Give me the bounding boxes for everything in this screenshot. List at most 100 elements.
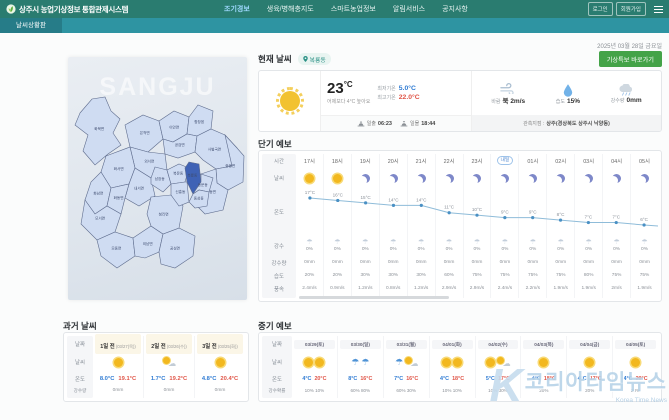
forecast-humidity: 20% [324,269,351,282]
past-rain-value: 0mm [163,388,175,393]
mid-pop-cell: 10% 10% [430,385,475,396]
forecast-time: 22시 [436,154,463,167]
forecast-weather [575,167,602,189]
time-label: 04시 [611,158,623,165]
weather-dashboard-page: 상주시 농업기상정보 통합관제시스템 조기경보 생육/병해충지도 스마트농업정보 알림… [0,0,669,420]
forecast-wind: 2m/s [603,282,630,295]
current-temperature: 23°C [327,80,353,97]
time-label: 19시 [359,158,371,165]
past-max-temp: 19.2°C [169,375,188,382]
past-max-temp: 19.1°C [118,375,137,382]
forecast-time: 23시 [464,154,491,167]
forecast-wind: 2.9m/s [436,282,463,295]
rain-umbrella-icon: ☂ [395,356,404,367]
mid-temp-cell: 4°C 17°C [567,373,612,385]
nav-item-2[interactable]: 생육/병해충지도 [267,4,314,14]
forecast-humidity-value: 60% [444,273,454,278]
login-button[interactable]: 로그인 [587,2,613,16]
hamburger-menu-icon[interactable] [654,5,663,13]
past-weather-title: 과거 날씨 [63,321,97,331]
forecast-rainfall-value: 0mm [332,260,343,265]
past-weather-columns: 1일 전 (03/27(목)) 8.0°C 19.1°C 0mm 2일 전 (03/26… [93,334,245,398]
past-date-pill: 2일 전 (03/26(수)) [146,334,192,354]
forecast-temp-slot [547,189,574,235]
forecast-time: 18시 [324,154,351,167]
mid-icon-pair [304,357,325,367]
forecast-temp-slot [408,189,435,235]
mid-date: 04/05(토) [613,336,658,351]
umbrella-icon: ☂ [334,239,341,246]
forecast-humidity-value: 30% [360,273,371,278]
forecast-wind: 0.8m/s [380,282,407,295]
forecast-column: 19시 ☂ 0% 0mm 30% 1.2m/s [352,154,380,298]
mid-date: 03/31(월) [384,336,429,351]
forecast-humidity: 30% [408,269,435,282]
past-min-temp: 1.7°C [150,375,166,382]
mid-date: 03/30(일) [338,336,383,351]
signup-button[interactable]: 회원가입 [615,2,646,16]
mid-date-pill: 04/02(수) [477,340,519,349]
map-district-모동면[interactable] [96,231,136,269]
mid-icon-pair [539,357,549,367]
past-min-temp: 4.8°C [201,375,217,382]
current-weather-icon-area [259,71,321,131]
past-day-label: 3일 전 [202,344,217,350]
time-label: 01시 [527,158,539,165]
mid-temp-pair: 4°C 18°C [440,376,464,382]
forecast-column: 02시 ☂ 0% 0mm 75% 1.9m/s [547,154,576,298]
location-badge[interactable]: 복룡동 [297,53,331,65]
forecast-pop: ☂ 0% [547,235,574,256]
pop-value: 0% [333,247,341,252]
forecast-column: 04시 ☂ 0% 0mm 75% 2m/s [603,154,632,298]
map-district-은척면[interactable] [124,114,164,153]
nav-item-4[interactable]: 알림서비스 [393,4,425,14]
cloud-part: ☁ [410,359,419,368]
forecast-temp-slot [324,189,351,235]
rain-umbrella-icon: ☂ [351,356,360,367]
past-date: 3일 전 (03/25(화)) [195,334,245,354]
weather-alert-button[interactable]: 기상특보 바로가기 [598,51,662,67]
forecast-wind: 0.9m/s [324,282,351,295]
past-weather-card: 날짜 날씨 온도 강수량 1일 전 (03/27(목)) 8.0°C 19.1°C 0… [63,332,249,402]
pop-value: 0% [585,247,593,252]
map-district-공성면[interactable] [158,227,196,269]
forecast-pop: ☂ 0% [603,235,630,256]
mid-date: 04/02(수) [476,336,521,351]
mid-temp-pair: 5°C 17°C [486,376,510,382]
mid-forecast-columns: 03/29(토) 4°C 20°C 10% 10% 03/30(일) ☂ ☂ 8°C 16°C 6… [292,336,658,398]
forecast-column: 17시 ☂ 0% 0mm 20% 2.4m/s [296,154,324,298]
past-weather-icon-cell: ☁ [144,352,194,372]
tab-weather-board[interactable]: 날씨상황판 [0,18,62,33]
forecast-pop: ☂ 0% [436,235,463,256]
forecast-humidity: 75% [519,269,546,282]
forecast-temp-slot [352,189,379,235]
auth-area: 로그인 회원가입 [587,2,663,16]
min-temp-label: 최저기온 [377,86,396,92]
nav-item-1[interactable]: 조기경보 [224,4,250,14]
past-date-label: (03/25(화)) [216,344,238,349]
sun-icon [442,357,452,367]
mid-pop-value: 10% 10% [304,388,325,393]
app-logo[interactable]: 상주시 농업기상정보 통합관제시스템 [6,4,224,15]
forecast-weather [491,167,518,189]
umbrella-icon: ☂ [557,239,564,246]
forecast-humidity: 75% [603,269,630,282]
sunset-icon [400,120,408,126]
map-district-동성동[interactable] [188,189,210,209]
forecast-column: 내일 ☂ 0% 0mm 75% 2.4m/s [491,154,520,298]
horizontal-scrollbar[interactable] [299,296,449,299]
umbrella-icon: ☂ [390,239,397,246]
umbrella-icon: ☂ [473,239,481,246]
forecast-time: 내일 [491,154,518,167]
moon-icon [361,174,370,183]
rain-umbrella-icon: ☂ [361,356,370,367]
past-temp-cell: 8.0°C 19.1°C [93,372,143,385]
forecast-rainfall-value: 0mm [387,260,399,265]
nav-item-3[interactable]: 스마트농업정보 [331,4,376,14]
forecast-rainfall-value: 0mm [583,260,595,265]
forecast-rainfall-value: 0mm [471,260,483,265]
current-metrics-area: 바람 북 2m/s 습도 15% 강수량 0mm 관측지점 : 상주(경상북도 상주시 … [471,71,661,131]
sun-icon [631,357,641,367]
nav-item-5[interactable]: 공지사항 [442,4,468,14]
sun-icon [539,357,549,367]
